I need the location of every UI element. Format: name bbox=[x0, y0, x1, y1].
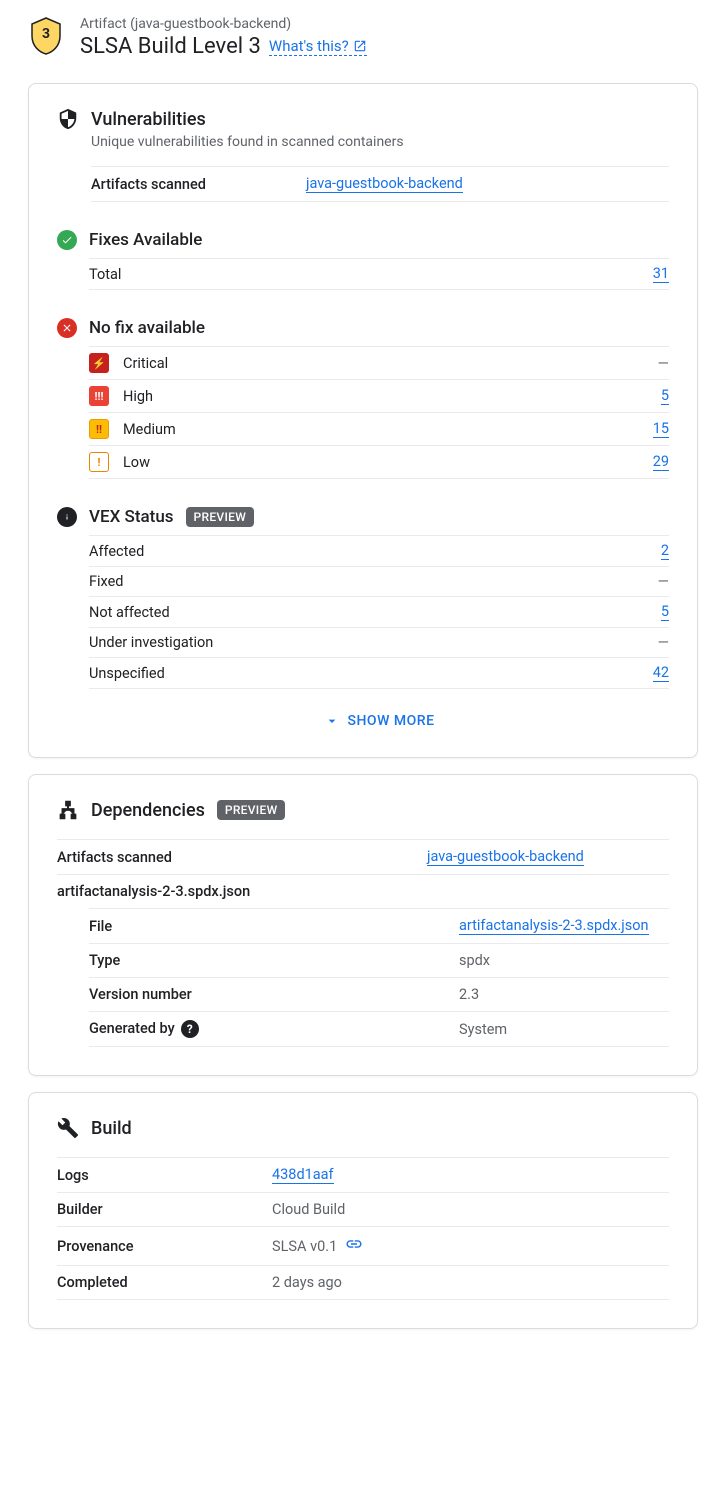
build-value: 2 days ago bbox=[272, 1274, 342, 1291]
slsa-header: 3 Artifact (java-guestbook-backend) SLSA… bbox=[0, 8, 726, 75]
whats-this-link[interactable]: What's this? bbox=[269, 37, 367, 56]
dependency-value[interactable]: artifactanalysis-2-3.spdx.json bbox=[459, 917, 649, 935]
info-circle-icon bbox=[57, 507, 77, 527]
vex-count: — bbox=[658, 634, 669, 651]
build-card: Build Logs438d1aafBuilderCloud BuildProv… bbox=[28, 1092, 698, 1329]
build-key: Logs bbox=[57, 1167, 272, 1184]
vex-row: Under investigation— bbox=[89, 627, 669, 657]
vex-row: Affected2 bbox=[89, 535, 669, 566]
vulnerabilities-card: Vulnerabilities Unique vulnerabilities f… bbox=[28, 83, 698, 758]
show-more-button[interactable]: SHOW MORE bbox=[89, 713, 669, 729]
svg-text:3: 3 bbox=[42, 26, 50, 42]
build-row: ProvenanceSLSA v0.1 bbox=[57, 1226, 669, 1265]
vex-row: Fixed— bbox=[89, 566, 669, 596]
vex-count[interactable]: 5 bbox=[661, 603, 669, 621]
vex-label: Unspecified bbox=[89, 665, 653, 682]
severity-row: !! Medium15 bbox=[89, 412, 669, 445]
fixes-total-label: Total bbox=[89, 266, 653, 283]
severity-label: High bbox=[123, 388, 661, 405]
critical-severity-icon: ⚡ bbox=[89, 353, 109, 373]
vex-row: Unspecified42 bbox=[89, 657, 669, 689]
build-title: Build bbox=[91, 1118, 132, 1139]
vex-count[interactable]: 42 bbox=[653, 664, 669, 682]
artifacts-scanned-link[interactable]: java-guestbook-backend bbox=[306, 175, 463, 193]
link-chain-icon[interactable] bbox=[345, 1235, 363, 1257]
severity-count[interactable]: 29 bbox=[653, 453, 669, 471]
severity-row: ! Low29 bbox=[89, 445, 669, 479]
vulnerabilities-subtitle: Unique vulnerabilities found in scanned … bbox=[91, 134, 669, 150]
spdx-filename-header: artifactanalysis-2-3.spdx.json bbox=[57, 874, 669, 908]
build-value: SLSA v0.1 bbox=[272, 1238, 337, 1255]
artifacts-scanned-label: Artifacts scanned bbox=[91, 176, 306, 193]
severity-label: Critical bbox=[123, 355, 658, 372]
vex-label: Not affected bbox=[89, 604, 661, 621]
severity-label: Medium bbox=[123, 421, 653, 438]
vex-status-title: VEX Status bbox=[89, 507, 174, 527]
build-value[interactable]: 438d1aaf bbox=[272, 1166, 334, 1184]
fixes-total-count[interactable]: 31 bbox=[653, 265, 669, 283]
wrench-icon bbox=[57, 1117, 79, 1139]
vex-count[interactable]: 2 bbox=[661, 542, 669, 560]
dependency-key: Type bbox=[89, 952, 459, 969]
chevron-down-icon bbox=[324, 713, 340, 729]
build-key: Completed bbox=[57, 1274, 272, 1291]
dependency-key: Generated by? bbox=[89, 1020, 459, 1038]
dependency-key: Version number bbox=[89, 986, 459, 1003]
low-severity-icon: ! bbox=[89, 452, 109, 472]
dependencies-card: Dependencies PREVIEW Artifacts scanned j… bbox=[28, 774, 698, 1076]
severity-row: ⚡ Critical— bbox=[89, 346, 669, 379]
build-key: Builder bbox=[57, 1201, 272, 1218]
hierarchy-icon bbox=[57, 799, 79, 821]
vulnerabilities-title: Vulnerabilities bbox=[91, 109, 206, 130]
dependency-row: Fileartifactanalysis-2-3.spdx.json bbox=[89, 908, 669, 943]
dependencies-title: Dependencies bbox=[91, 800, 205, 821]
deps-artifacts-scanned-label: Artifacts scanned bbox=[57, 849, 427, 866]
vex-label: Under investigation bbox=[89, 634, 658, 651]
preview-badge: PREVIEW bbox=[217, 800, 286, 820]
vex-row: Not affected5 bbox=[89, 596, 669, 627]
check-circle-icon bbox=[57, 230, 77, 250]
slsa-shield-icon: 3 bbox=[28, 16, 64, 56]
preview-badge: PREVIEW bbox=[186, 507, 255, 527]
shield-icon bbox=[57, 108, 79, 130]
dependency-value: 2.3 bbox=[459, 986, 479, 1003]
severity-count[interactable]: 15 bbox=[653, 420, 669, 438]
dependency-row: Generated by?System bbox=[89, 1011, 669, 1047]
build-row: Logs438d1aaf bbox=[57, 1157, 669, 1192]
dependency-value: spdx bbox=[459, 952, 490, 969]
vex-count: — bbox=[658, 573, 669, 590]
build-row: Completed2 days ago bbox=[57, 1265, 669, 1300]
build-value: Cloud Build bbox=[272, 1201, 345, 1218]
no-fix-title: No fix available bbox=[89, 318, 205, 338]
help-icon[interactable]: ? bbox=[181, 1020, 199, 1038]
dependency-value: System bbox=[459, 1021, 507, 1038]
medium-severity-icon: !! bbox=[89, 419, 109, 439]
severity-count[interactable]: 5 bbox=[661, 387, 669, 405]
build-key: Provenance bbox=[57, 1238, 272, 1255]
vex-label: Fixed bbox=[89, 573, 658, 590]
x-circle-icon bbox=[57, 318, 77, 338]
dependency-row: Version number2.3 bbox=[89, 977, 669, 1011]
dependency-key: File bbox=[89, 918, 459, 935]
fixes-available-title: Fixes Available bbox=[89, 230, 202, 250]
dependency-row: Typespdx bbox=[89, 943, 669, 977]
high-severity-icon: !!! bbox=[89, 386, 109, 406]
severity-label: Low bbox=[123, 454, 653, 471]
severity-row: !!! High5 bbox=[89, 379, 669, 412]
artifact-label: Artifact (java-guestbook-backend) bbox=[80, 16, 698, 32]
vex-label: Affected bbox=[89, 543, 661, 560]
severity-count: — bbox=[658, 355, 669, 372]
external-link-icon bbox=[353, 39, 367, 53]
deps-artifacts-scanned-link[interactable]: java-guestbook-backend bbox=[427, 848, 584, 866]
slsa-title: SLSA Build Level 3 bbox=[80, 34, 261, 59]
build-row: BuilderCloud Build bbox=[57, 1192, 669, 1226]
